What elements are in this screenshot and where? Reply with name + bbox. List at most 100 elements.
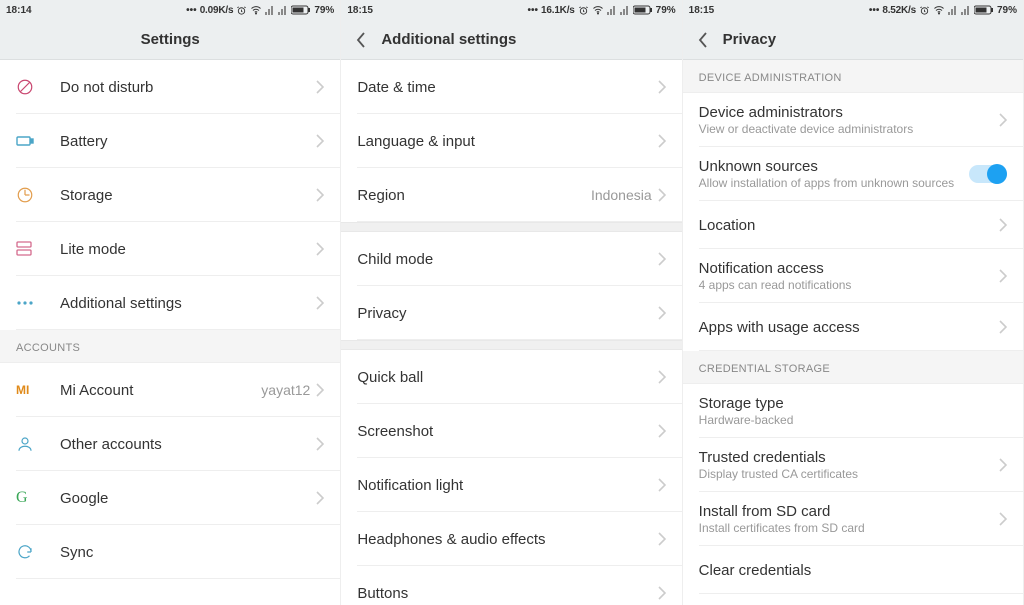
section-gap xyxy=(341,340,681,350)
row-device-administrators[interactable]: Device administrators View or deactivate… xyxy=(683,93,1023,147)
row-label: Mi Account xyxy=(60,382,261,399)
signal-icon xyxy=(607,5,617,15)
row-apps-usage-access[interactable]: Apps with usage access xyxy=(683,303,1023,351)
row-label: Region xyxy=(357,187,591,204)
signal-icon xyxy=(265,5,275,15)
battery-icon xyxy=(974,5,994,15)
row-value: Indonesia xyxy=(591,187,652,203)
status-net: 0.09K/s xyxy=(200,5,234,16)
row-install-sd-card[interactable]: Install from SD card Install certificate… xyxy=(683,492,1023,546)
chevron-right-icon xyxy=(658,370,666,384)
row-region[interactable]: Region Indonesia xyxy=(341,168,681,222)
three-dots-icon: ••• xyxy=(186,5,197,16)
row-trusted-credentials[interactable]: Trusted credentials Display trusted CA c… xyxy=(683,438,1023,492)
row-headphones-audio[interactable]: Headphones & audio effects xyxy=(341,512,681,566)
status-right: ••• 8.52K/s 79% xyxy=(869,4,1017,16)
settings-list: Do not disturb Battery Storage Lite mode… xyxy=(0,60,340,605)
status-time: 18:15 xyxy=(689,5,715,16)
row-sub: Allow installation of apps from unknown … xyxy=(699,176,969,190)
section-credential-storage: CREDENTIAL STORAGE xyxy=(683,351,1023,384)
battery-icon xyxy=(291,5,311,15)
chevron-right-icon xyxy=(999,458,1007,472)
back-button[interactable] xyxy=(341,32,381,48)
chevron-right-icon xyxy=(658,424,666,438)
chevron-right-icon xyxy=(999,218,1007,232)
chevron-right-icon xyxy=(658,306,666,320)
row-label: Other accounts xyxy=(60,436,316,453)
row-mi-account[interactable]: MI Mi Account yayat12 xyxy=(0,363,340,417)
toggle-switch[interactable] xyxy=(969,165,1007,183)
row-do-not-disturb[interactable]: Do not disturb xyxy=(0,60,340,114)
section-device-admin: DEVICE ADMINISTRATION xyxy=(683,60,1023,93)
chevron-right-icon xyxy=(999,320,1007,334)
status-battery: 79% xyxy=(314,5,334,16)
row-quick-ball[interactable]: Quick ball xyxy=(341,350,681,404)
chevron-right-icon xyxy=(316,134,324,148)
chevron-right-icon xyxy=(316,188,324,202)
chevron-right-icon xyxy=(999,269,1007,283)
back-button[interactable] xyxy=(683,32,723,48)
status-battery: 79% xyxy=(997,5,1017,16)
title-bar: Settings xyxy=(0,20,340,60)
row-clear-credentials[interactable]: Clear credentials xyxy=(683,546,1023,594)
row-storage[interactable]: Storage xyxy=(0,168,340,222)
alarm-icon xyxy=(919,5,930,16)
row-child-mode[interactable]: Child mode xyxy=(341,232,681,286)
row-label: Sync xyxy=(60,544,324,561)
row-location[interactable]: Location xyxy=(683,201,1023,249)
row-language-input[interactable]: Language & input xyxy=(341,114,681,168)
more-icon xyxy=(16,300,60,306)
google-icon: G xyxy=(16,489,60,507)
chevron-right-icon xyxy=(658,134,666,148)
alarm-icon xyxy=(236,5,247,16)
status-bar: 18:14 ••• 0.09K/s 79% xyxy=(0,0,340,20)
status-time: 18:14 xyxy=(6,5,32,16)
signal-icon xyxy=(948,5,958,15)
status-bar: 18:15 ••• 16.1K/s 79% xyxy=(341,0,681,20)
status-battery: 79% xyxy=(656,5,676,16)
row-date-time[interactable]: Date & time xyxy=(341,60,681,114)
chevron-right-icon xyxy=(658,188,666,202)
lite-icon xyxy=(16,241,60,257)
row-label: Battery xyxy=(60,133,316,150)
page-title: Settings xyxy=(141,31,200,48)
status-right: ••• 16.1K/s 79% xyxy=(528,4,676,16)
row-label: Location xyxy=(699,217,999,234)
status-net: 8.52K/s xyxy=(882,5,916,16)
row-sync[interactable]: Sync xyxy=(0,525,340,579)
row-google[interactable]: G Google xyxy=(0,471,340,525)
title-bar: Additional settings xyxy=(341,20,681,60)
row-notification-light[interactable]: Notification light xyxy=(341,458,681,512)
row-other-accounts[interactable]: Other accounts xyxy=(0,417,340,471)
row-notification-access[interactable]: Notification access 4 apps can read noti… xyxy=(683,249,1023,303)
row-additional-settings[interactable]: Additional settings xyxy=(0,276,340,330)
row-buttons[interactable]: Buttons xyxy=(341,566,681,605)
signal-icon-2 xyxy=(620,5,630,15)
row-screenshot[interactable]: Screenshot xyxy=(341,404,681,458)
status-bar: 18:15 ••• 8.52K/s 79% xyxy=(683,0,1023,20)
signal-icon-2 xyxy=(961,5,971,15)
row-lite-mode[interactable]: Lite mode xyxy=(0,222,340,276)
screen-privacy: 18:15 ••• 8.52K/s 79% Privacy DEVICE ADM… xyxy=(683,0,1024,605)
row-unknown-sources[interactable]: Unknown sources Allow installation of ap… xyxy=(683,147,1023,201)
row-label: Child mode xyxy=(357,251,657,268)
chevron-right-icon xyxy=(999,113,1007,127)
row-value: yayat12 xyxy=(261,382,310,398)
row-label: Google xyxy=(60,490,316,507)
chevron-right-icon xyxy=(999,512,1007,526)
row-label: Privacy xyxy=(357,305,657,322)
row-label: Do not disturb xyxy=(60,79,316,96)
chevron-right-icon xyxy=(316,242,324,256)
row-label: Quick ball xyxy=(357,369,657,386)
signal-icon-2 xyxy=(278,5,288,15)
row-battery[interactable]: Battery xyxy=(0,114,340,168)
row-label: Headphones & audio effects xyxy=(357,531,657,548)
row-storage-type[interactable]: Storage type Hardware-backed xyxy=(683,384,1023,438)
chevron-right-icon xyxy=(658,80,666,94)
battery-icon xyxy=(633,5,653,15)
chevron-right-icon xyxy=(658,532,666,546)
status-time: 18:15 xyxy=(347,5,373,16)
row-sub: Display trusted CA certificates xyxy=(699,467,999,481)
row-privacy[interactable]: Privacy xyxy=(341,286,681,340)
row-label: Lite mode xyxy=(60,241,316,258)
